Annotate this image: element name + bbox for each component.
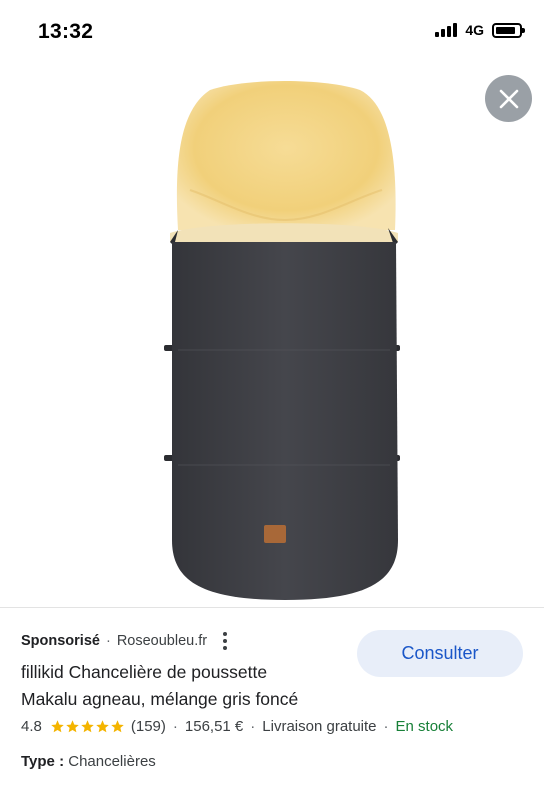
product-meta: 4.8 (159) · 156,51 € · Livraison gratuit… [21, 718, 453, 735]
shipping-info: Livraison gratuite [262, 718, 377, 735]
star-icon [81, 720, 94, 733]
product-image[interactable] [150, 70, 420, 610]
product-type: Type : Chancelières [21, 753, 156, 770]
close-icon [499, 89, 518, 108]
ad-header: Sponsorisé · Roseoubleu.fr [21, 630, 231, 652]
status-bar: 13:32 4G [0, 0, 544, 64]
product-title-line1: fillikid Chancelière de poussette [21, 662, 268, 682]
separator: · [383, 718, 389, 735]
star-icon [66, 720, 79, 733]
merchant-domain[interactable]: Roseoubleu.fr [117, 633, 207, 649]
review-count: (159) [130, 718, 166, 735]
signal-icon [435, 23, 458, 37]
type-value: Chancelières [68, 753, 156, 770]
star-icon [111, 720, 124, 733]
divider [0, 607, 544, 608]
network-type: 4G [465, 22, 484, 38]
status-icons: 4G [435, 22, 525, 38]
type-label: Type : [21, 753, 65, 770]
close-button[interactable] [485, 75, 532, 122]
battery-icon [492, 22, 525, 38]
product-title[interactable]: fillikid Chancelière de poussette Makalu… [21, 659, 341, 713]
separator: · [172, 718, 178, 735]
separator: · [250, 718, 256, 735]
consult-button[interactable]: Consulter [357, 630, 523, 677]
stock-status: En stock [395, 718, 454, 735]
price: 156,51 € [184, 718, 244, 735]
star-icon [51, 720, 64, 733]
status-time: 13:32 [38, 20, 94, 43]
product-title-line2: Makalu agneau, mélange gris foncé [21, 689, 299, 709]
rating-stars [50, 719, 125, 734]
star-icon [96, 720, 109, 733]
more-options-icon[interactable] [219, 630, 231, 652]
sponsored-label: Sponsorisé [21, 633, 100, 649]
separator: · [105, 633, 111, 649]
rating-value: 4.8 [21, 718, 42, 735]
